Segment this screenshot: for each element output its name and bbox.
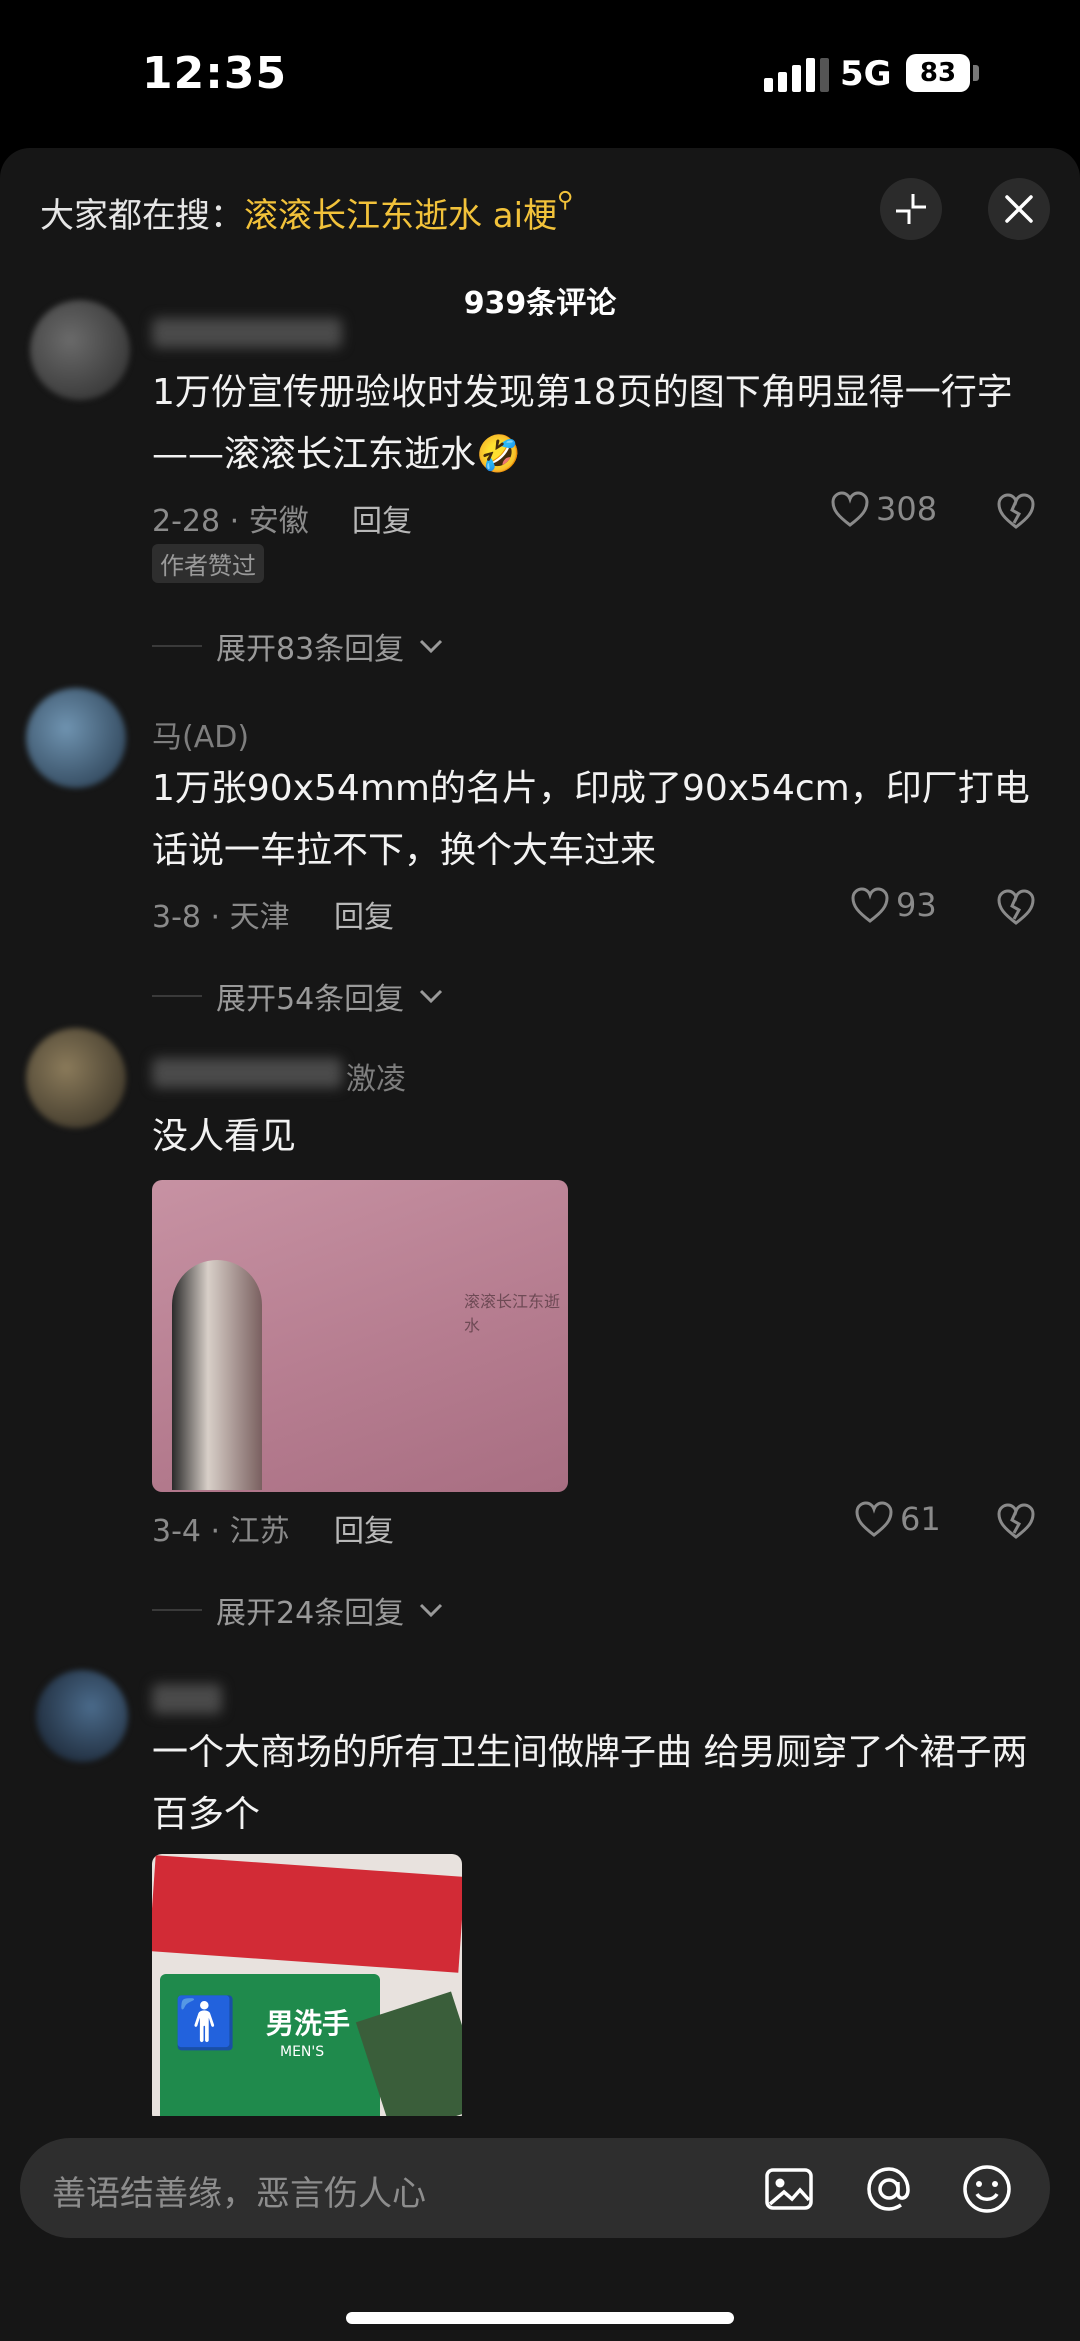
image-caption: 滚滚长江东逝水: [464, 1292, 561, 1335]
divider: [152, 645, 202, 647]
like-button[interactable]: 308: [830, 490, 937, 528]
avatar[interactable]: [36, 1670, 128, 1762]
search-prefix: 大家都在搜：: [40, 196, 244, 236]
dislike-button[interactable]: [996, 1502, 1036, 1544]
avatar[interactable]: [30, 300, 130, 400]
emoji-icon[interactable]: [960, 2162, 1014, 2216]
avatar[interactable]: [26, 1028, 126, 1128]
username: 激凌: [346, 1062, 406, 1097]
chevron-down-icon: [420, 1603, 443, 1618]
bottom-input-bar: 善语结善缘，恶言伤人心: [0, 2116, 1080, 2341]
expand-label: 展开83条回复: [216, 632, 405, 667]
expand-label: 展开24条回复: [216, 1596, 405, 1631]
expand-replies[interactable]: 展开24条回复: [152, 1588, 444, 1632]
reply-button[interactable]: 回复: [352, 496, 412, 540]
comment-text: 没人看见: [152, 1116, 297, 1157]
like-button[interactable]: 93: [850, 886, 937, 924]
username: 马(AD): [152, 720, 250, 755]
like-count: 61: [900, 1500, 941, 1538]
username-blurred: [152, 1684, 222, 1714]
close-button[interactable]: [988, 178, 1050, 240]
close-icon: [1005, 195, 1033, 223]
comment-text: 一个大商场的所有卫生间做牌子曲 给男厕穿了个裙子两百多个: [152, 1732, 1028, 1835]
green-sign: 🚹 男洗手 MEN'S: [160, 1974, 380, 2124]
comment-input[interactable]: 善语结善缘，恶言伤人心: [20, 2138, 1050, 2238]
collapse-icon: [896, 194, 926, 224]
username-blurred: [152, 318, 342, 348]
comment-count: 939条评论: [463, 286, 617, 321]
comment-image[interactable]: 滚滚长江东逝水: [152, 1180, 568, 1492]
signal-icon: [764, 58, 829, 92]
dislike-button[interactable]: [996, 492, 1036, 534]
network-label: 5G: [840, 54, 892, 94]
reply-button[interactable]: 回复: [334, 1506, 394, 1550]
restroom-icon: 🚹: [174, 1994, 237, 2052]
battery-tip: [973, 65, 979, 81]
avatar[interactable]: [26, 688, 126, 788]
comment-image[interactable]: 🚹 男洗手 MEN'S: [152, 1854, 462, 2124]
expand-label: 展开54条回复: [216, 982, 405, 1017]
comment-text: 1万张90x54mm的名片，印成了90x54cm，印厂打电话说一车拉不下，换个大…: [152, 768, 1030, 871]
status-bar: 12:35 5G 83: [0, 0, 1080, 150]
search-suggestion[interactable]: 大家都在搜：滚滚长江东逝水 ai梗⚲: [40, 188, 573, 237]
comment-sheet: 大家都在搜：滚滚长江东逝水 ai梗⚲ 939条评论 1万份宣传册验收时发现第18…: [0, 148, 1080, 2341]
like-button[interactable]: 61: [854, 1500, 941, 1538]
chevron-down-icon: [420, 639, 443, 654]
comment-meta: 3-4 · 江苏: [152, 1514, 290, 1549]
chevron-down-icon: [420, 989, 443, 1004]
divider: [152, 1609, 202, 1611]
username-blurred: [152, 1058, 342, 1088]
at-icon[interactable]: [862, 2162, 916, 2216]
like-count: 93: [896, 886, 937, 924]
status-time: 12:35: [142, 48, 288, 99]
red-sign: [152, 1855, 462, 1973]
comment-text: 1万份宣传册验收时发现第18页的图下角明显得一行字——滚滚长江东逝水🤣: [152, 372, 1013, 475]
search-keyword[interactable]: 滚滚长江东逝水 ai梗: [244, 196, 557, 236]
author-liked-badge: 作者赞过: [152, 544, 264, 583]
expand-replies[interactable]: 展开83条回复: [152, 624, 444, 668]
image-icon[interactable]: [762, 2162, 816, 2216]
comment-meta: 2-28 · 安徽: [152, 504, 309, 539]
search-icon: ⚲: [557, 188, 574, 213]
collapse-button[interactable]: [880, 178, 942, 240]
expand-replies[interactable]: 展开54条回复: [152, 974, 444, 1018]
broken-heart-icon: [997, 1503, 1035, 1539]
like-count: 308: [876, 490, 938, 528]
heart-icon: [855, 1501, 893, 1537]
divider: [152, 995, 202, 997]
broken-heart-icon: [997, 889, 1035, 925]
heart-icon: [851, 887, 889, 923]
broken-heart-icon: [997, 493, 1035, 529]
reply-button[interactable]: 回复: [334, 892, 394, 936]
dislike-button[interactable]: [996, 888, 1036, 930]
input-placeholder: 善语结善缘，恶言伤人心: [52, 2174, 426, 2214]
comment-meta: 3-8 · 天津: [152, 900, 290, 935]
heart-icon: [831, 491, 869, 527]
home-indicator: [346, 2312, 734, 2324]
poster-figure: [172, 1260, 262, 1490]
sign-text: 男洗手: [266, 2007, 351, 2040]
battery-icon: 83: [906, 54, 970, 92]
sign-sub: MEN'S: [280, 2044, 325, 2060]
